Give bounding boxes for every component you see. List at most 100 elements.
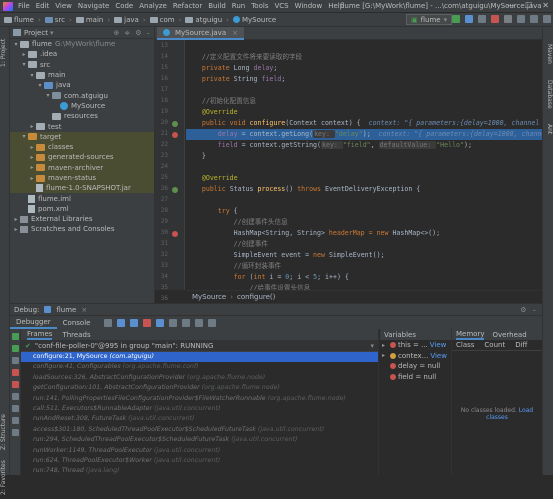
stack-frame[interactable]: configure:41, Configurables (org.apache.… xyxy=(21,362,378,372)
mute-breakpoints-icon[interactable] xyxy=(12,393,19,400)
resume-icon[interactable] xyxy=(12,345,19,352)
override-marker-icon[interactable] xyxy=(172,121,178,127)
build-icon[interactable] xyxy=(504,15,512,23)
breakpoint-icon[interactable] xyxy=(172,132,178,138)
menu-item-build[interactable]: Build xyxy=(208,2,226,10)
menu-item-code[interactable]: Code xyxy=(115,2,133,10)
code-editor[interactable]: //定义配置文件将来要读取的字段 private Long delay; pri… xyxy=(186,40,542,290)
hide-icon[interactable]: – xyxy=(533,306,537,314)
debug-icon[interactable] xyxy=(465,15,473,23)
ant-tool-tab[interactable]: Ant xyxy=(543,119,553,139)
tab-debugger[interactable]: Debugger xyxy=(10,316,57,329)
database-tool-tab[interactable]: Database xyxy=(543,75,553,113)
breadcrumb-item[interactable]: atguigu › xyxy=(185,16,229,24)
stack-frame[interactable]: runWorker:1149, ThreadPoolExecutor (java… xyxy=(21,446,378,456)
stop-icon[interactable] xyxy=(12,369,19,376)
tree-item[interactable]: ▸ test xyxy=(10,121,154,131)
breakpoint-icon[interactable] xyxy=(172,231,178,237)
settings-icon[interactable] xyxy=(517,15,525,23)
search-icon[interactable] xyxy=(543,15,551,23)
menu-item-navigate[interactable]: Navigate xyxy=(78,2,109,10)
menu-item-analyze[interactable]: Analyze xyxy=(139,2,167,10)
chevron-down-icon[interactable]: ▾ xyxy=(28,72,36,79)
thread-selector[interactable]: ✔ "conf-file-poller-0"@995 in group "mai… xyxy=(21,340,378,352)
hide-icon[interactable]: – xyxy=(147,29,151,37)
chevron-down-icon[interactable]: ▾ xyxy=(20,133,28,140)
tab-frames[interactable]: Frames xyxy=(27,329,53,340)
stack-frame[interactable]: run:624, ThreadPoolExecutor$Worker (java… xyxy=(21,456,378,466)
stack-frame[interactable]: run:294, ScheduledThreadPoolExecutor$Sch… xyxy=(21,435,378,445)
close-icon[interactable]: ✕ xyxy=(542,1,549,10)
variable-row[interactable]: delay = null xyxy=(380,361,451,372)
run-icon[interactable] xyxy=(452,15,460,23)
close-icon[interactable]: × xyxy=(81,306,87,314)
structure-tool-tab[interactable]: Z: Structure xyxy=(0,412,10,452)
stack-frame[interactable]: access$301:180, ScheduledThreadPoolExecu… xyxy=(21,425,378,435)
breadcrumb-item[interactable]: com › xyxy=(149,16,181,24)
layout-icon[interactable] xyxy=(208,318,217,327)
chevron-down-icon[interactable]: ▾ xyxy=(36,82,44,89)
tree-item[interactable]: resources xyxy=(10,111,154,121)
tree-item[interactable]: ▾ target xyxy=(10,131,154,142)
pin-icon[interactable] xyxy=(12,429,19,436)
tree-item[interactable]: MySource xyxy=(10,101,154,111)
chevron-right-icon[interactable]: ▸ xyxy=(28,123,36,130)
drop-frame-icon[interactable] xyxy=(169,318,178,327)
minimize-icon[interactable]: — xyxy=(507,1,515,10)
globe-icon[interactable]: ⊕ xyxy=(113,29,119,37)
stack-frame[interactable]: getConfiguration:101, AbstractConfigurat… xyxy=(21,383,378,393)
tab-overhead[interactable]: Overhead xyxy=(492,331,526,339)
tree-item[interactable]: ▾ java xyxy=(10,80,154,90)
breadcrumb-item[interactable]: main › xyxy=(75,16,110,24)
tree-item[interactable]: ▾ com.atguigu xyxy=(10,90,154,100)
tree-item[interactable]: ▸ External Libraries xyxy=(10,214,154,224)
camera-icon[interactable] xyxy=(12,405,19,412)
tab-mysource-java[interactable]: MySource.java × xyxy=(157,27,244,40)
evaluate-expression-icon[interactable] xyxy=(195,318,204,327)
run-config-selector[interactable]: ▣ flume ▾ xyxy=(406,14,453,25)
tab-threads[interactable]: Threads xyxy=(62,331,90,339)
settings-icon[interactable] xyxy=(12,417,19,424)
chevron-right-icon[interactable]: ▸ xyxy=(12,226,20,233)
tree-item[interactable]: pom.xml xyxy=(10,204,154,214)
tab-memory[interactable]: Memory xyxy=(456,329,485,340)
view-link[interactable]: View xyxy=(430,352,447,360)
pause-icon[interactable] xyxy=(12,357,19,364)
chevron-right-icon[interactable]: ▸ xyxy=(382,352,388,359)
variable-row[interactable]: field = null xyxy=(380,372,451,383)
column-class[interactable]: Class xyxy=(456,341,474,349)
stack-frame[interactable]: runAndReset:308, FutureTask (java.util.c… xyxy=(21,414,378,424)
maximize-icon[interactable]: ☐ xyxy=(525,1,532,10)
menu-item-vcs[interactable]: VCS xyxy=(274,2,288,10)
chevron-down-icon[interactable]: ▾ xyxy=(20,61,28,68)
breadcrumb-item[interactable]: java › xyxy=(114,16,146,24)
tree-item[interactable]: flume.iml xyxy=(10,193,154,203)
chevron-right-icon[interactable]: ▸ xyxy=(28,164,36,171)
chevron-down-icon[interactable]: ▾ xyxy=(50,29,54,37)
menu-item-file[interactable]: File xyxy=(18,2,30,10)
tab-console[interactable]: Console xyxy=(57,316,97,329)
force-step-into-icon[interactable] xyxy=(143,318,152,327)
project-view-selector[interactable]: Project xyxy=(24,29,48,37)
favorites-tool-tab[interactable]: 2: Favorites xyxy=(0,457,10,499)
tree-item[interactable]: ▾ flume G:\MyWork\flume xyxy=(10,39,154,49)
stop-icon[interactable] xyxy=(491,15,499,23)
menu-item-window[interactable]: Window xyxy=(295,2,323,10)
collapse-icon[interactable]: ≑ xyxy=(124,29,130,37)
close-icon[interactable]: × xyxy=(232,29,238,37)
project-structure-icon[interactable] xyxy=(530,15,538,23)
tree-item[interactable]: ▸ generated-sources xyxy=(10,152,154,163)
gear-icon[interactable]: ⚙ xyxy=(520,306,526,314)
rerun-icon[interactable] xyxy=(12,333,19,340)
column-diff[interactable]: Diff xyxy=(515,341,527,349)
column-count[interactable]: Count xyxy=(484,341,505,349)
editor-gutter[interactable]: 13 14 15 16 17 18 19 20 21 22 23 24 25 26 27 28 29 30 31 32… xyxy=(155,40,185,302)
show-execution-point-icon[interactable] xyxy=(104,318,113,327)
tree-item[interactable]: ▸ maven-status xyxy=(10,172,154,184)
stack-frame[interactable]: loadSources:326, AbstractConfigurationPr… xyxy=(21,373,378,383)
step-over-icon[interactable] xyxy=(117,318,126,327)
chevron-down-icon[interactable]: ▾ xyxy=(12,41,20,48)
menu-item-view[interactable]: View xyxy=(55,2,72,10)
stack-frame[interactable]: run:141, PollingPropertiesFileConfigurat… xyxy=(21,394,378,404)
menu-item-tools[interactable]: Tools xyxy=(251,2,268,10)
